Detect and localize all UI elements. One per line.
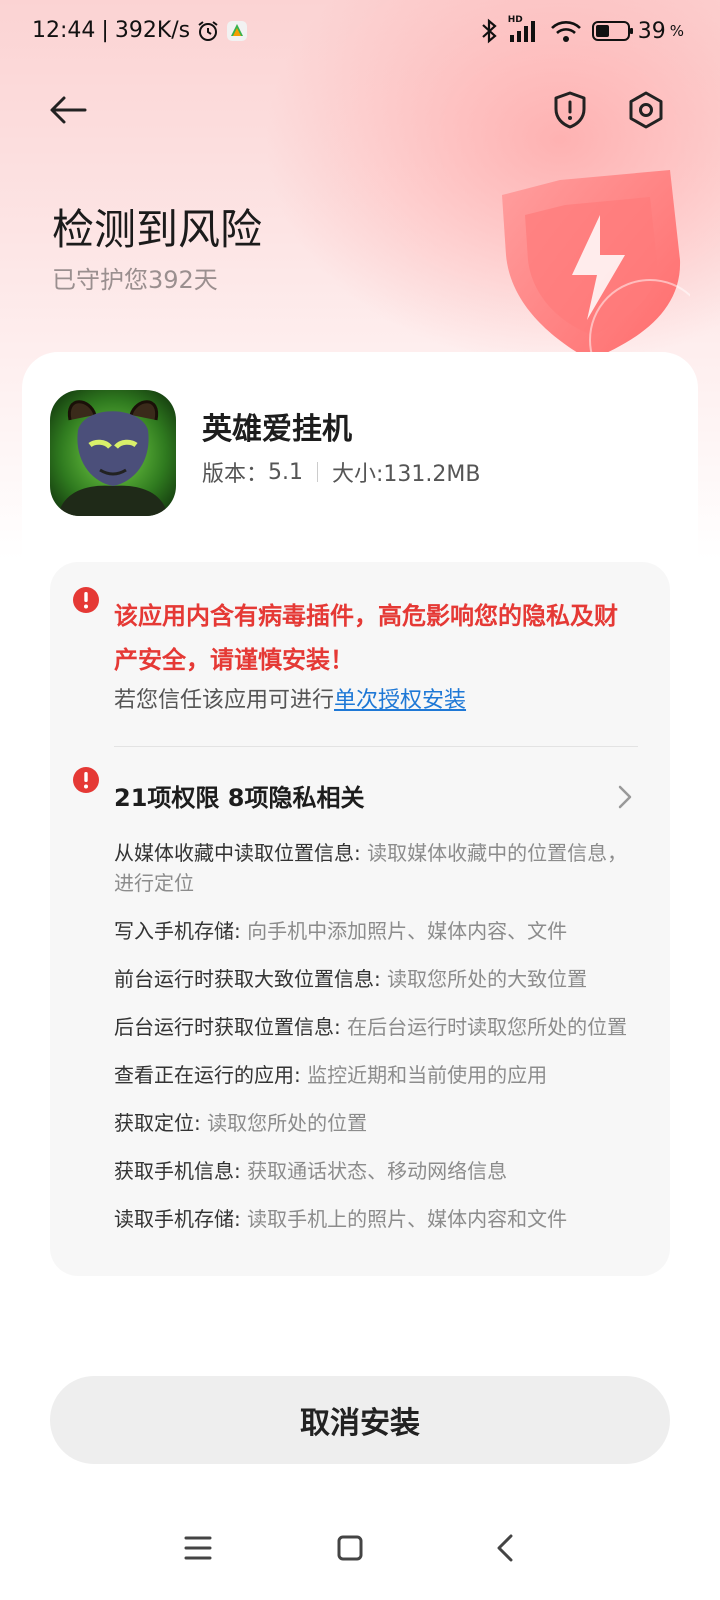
app-size: 大小:131.2MB <box>332 462 481 487</box>
single-authorize-install-link[interactable]: 单次授权安装 <box>334 688 466 713</box>
shield-alert-icon <box>554 91 586 129</box>
permission-desc: 读取您所处的位置 <box>200 1111 368 1135</box>
security-shield-button[interactable] <box>540 80 600 140</box>
permission-item: 读取手机存储: 读取手机上的照片、媒体内容和文件 <box>114 1204 634 1234</box>
permission-item: 后台运行时获取位置信息: 在后台运行时读取您所处的位置 <box>114 1012 634 1042</box>
permission-item: 获取定位: 读取您所处的位置 <box>114 1108 634 1138</box>
permission-desc: 读取您所处的大致位置 <box>380 967 588 991</box>
battery-indicator: 39% <box>591 18 684 44</box>
back-button[interactable] <box>38 80 98 140</box>
page-title: 检测到风险 <box>52 205 263 254</box>
app-name: 英雄爱挂机 <box>202 412 352 447</box>
nav-back-icon[interactable] <box>486 1528 526 1568</box>
permission-item: 从媒体收藏中读取位置信息: 读取媒体收藏中的位置信息，进行定位 <box>114 838 634 898</box>
permission-name: 读取手机存储: <box>114 1207 241 1231</box>
back-arrow-icon <box>50 96 87 124</box>
permission-list: 从媒体收藏中读取位置信息: 读取媒体收藏中的位置信息，进行定位 写入手机存储: … <box>114 838 634 1252</box>
virus-warning-text: 该应用内含有病毒插件，高危影响您的隐私及财产安全，请谨慎安装！ <box>114 602 618 674</box>
signal-icon <box>509 21 535 42</box>
chevron-right-icon[interactable] <box>610 782 640 812</box>
home-icon[interactable] <box>330 1528 370 1568</box>
permission-name: 获取手机信息: <box>114 1159 241 1183</box>
permission-item: 查看正在运行的应用: 监控近期和当前使用的应用 <box>114 1060 634 1090</box>
status-bar: 12:44 | 392K/s HD 39 % <box>0 0 720 66</box>
permission-desc: 监控近期和当前使用的应用 <box>300 1063 548 1087</box>
permission-name: 后台运行时获取位置信息: <box>114 1015 341 1039</box>
permission-item: 获取手机信息: 获取通话状态、移动网络信息 <box>114 1156 634 1186</box>
status-separator: | <box>101 18 109 43</box>
battery-unit: % <box>669 22 684 40</box>
permission-alert-icon <box>73 767 99 793</box>
wifi-icon <box>550 21 581 42</box>
permission-name: 从媒体收藏中读取位置信息: <box>114 841 361 865</box>
permission-name: 前台运行时获取大致位置信息: <box>114 967 381 991</box>
permission-item: 写入手机存储: 向手机中添加照片、媒体内容、文件 <box>114 916 634 946</box>
protection-days: 已守护您392天 <box>52 266 218 294</box>
permission-name: 写入手机存储: <box>114 919 241 943</box>
cancel-install-button[interactable]: 取消安装 <box>50 1376 670 1464</box>
app-notification-icon <box>227 20 248 41</box>
alarm-icon <box>198 20 218 41</box>
risk-shield-illustration <box>502 170 690 360</box>
bluetooth-icon <box>481 18 497 44</box>
battery-icon <box>591 21 633 41</box>
clock: 12:44 <box>32 18 96 43</box>
gear-icon <box>629 91 663 129</box>
danger-alert-icon <box>73 587 99 613</box>
top-bar <box>0 80 720 150</box>
game-character-icon <box>50 390 176 516</box>
permission-desc: 向手机中添加照片、媒体内容、文件 <box>240 919 568 943</box>
version-value: 5.1 <box>268 459 304 485</box>
divider <box>114 746 638 747</box>
network-speed: 392K/s <box>114 18 191 43</box>
permission-desc: 获取通话状态、移动网络信息 <box>240 1159 508 1183</box>
trust-hint: 若您信任该应用可进行单次授权安装 <box>114 682 466 714</box>
permission-desc: 在后台运行时读取您所处的位置 <box>340 1015 628 1039</box>
permission-item: 前台运行时获取大致位置信息: 读取您所处的大致位置 <box>114 964 634 994</box>
battery-level: 39 <box>637 18 666 44</box>
app-meta: 版本： 5.1 大小:131.2MB <box>202 456 480 488</box>
permission-desc: 读取手机上的照片、媒体内容和文件 <box>240 1207 568 1231</box>
settings-button[interactable] <box>616 80 676 140</box>
meta-divider <box>317 462 319 482</box>
permission-name: 获取定位: <box>114 1111 201 1135</box>
permission-summary[interactable]: 21项权限 8项隐私相关 <box>114 778 364 813</box>
signal-strength: HD <box>508 15 540 43</box>
app-icon <box>50 390 176 516</box>
version-label: 版本： <box>202 462 269 487</box>
trust-prefix: 若您信任该应用可进行 <box>114 688 335 713</box>
system-nav-bar <box>0 1520 720 1600</box>
menu-icon[interactable] <box>178 1528 218 1568</box>
permission-name: 查看正在运行的应用: <box>114 1063 301 1087</box>
